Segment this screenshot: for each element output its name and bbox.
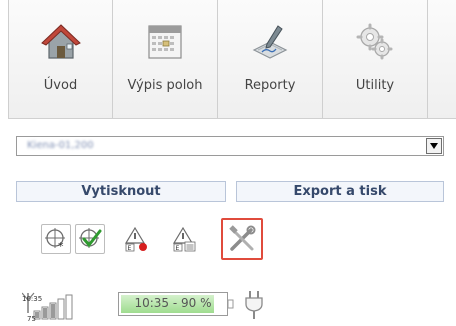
print-button[interactable]: Vytisknout (16, 181, 226, 202)
export-print-button[interactable]: Export a tisk (236, 181, 444, 202)
tool-warning-record[interactable]: E (122, 224, 152, 254)
nav-item-reporty[interactable]: Reporty (218, 0, 323, 118)
svg-text:E: E (176, 245, 180, 252)
report-pen-icon (252, 25, 288, 59)
nav-item-uvod[interactable]: Úvod (8, 0, 113, 118)
signal-time: 10:35 (22, 295, 43, 303)
nav-label: Výpis poloh (127, 78, 203, 93)
gears-icon (356, 23, 393, 60)
svg-text:*: * (58, 240, 64, 251)
svg-text:E: E (128, 245, 132, 252)
nav-label: Úvod (43, 78, 78, 93)
nav-empty-space (428, 0, 456, 118)
vehicle-select-value: Kiena-01,200 (27, 140, 94, 151)
warning-record-icon: E (124, 226, 147, 252)
home-icon (40, 24, 81, 59)
tools-crossed-icon (229, 225, 256, 251)
tool-warning-list[interactable]: E (170, 224, 200, 254)
main-navigation: Úvod Výpis poloh Reporty Utility (8, 0, 456, 119)
tool-target-check[interactable] (75, 224, 105, 254)
tool-settings-selected[interactable] (221, 218, 263, 260)
warning-list-icon: E (172, 226, 196, 252)
nav-item-utility[interactable]: Utility (323, 0, 428, 118)
nav-label: Reporty (244, 78, 296, 93)
dropdown-arrow-icon[interactable] (426, 138, 442, 154)
vehicle-select[interactable]: Kiena-01,200 (16, 136, 444, 156)
signal-level: 75 (27, 315, 36, 323)
calendar-icon (148, 25, 182, 59)
target-star-icon: * (45, 228, 65, 251)
battery-cap (228, 299, 234, 309)
nav-label: Utility (355, 78, 395, 93)
target-check-icon (79, 228, 102, 248)
battery-indicator: 10:35 - 90 % (118, 292, 228, 316)
power-plug-icon (245, 291, 263, 319)
nav-item-vypis-poloh[interactable]: Výpis poloh (113, 0, 218, 118)
battery-label: 10:35 - 90 % (134, 296, 212, 310)
tool-target-star[interactable]: * (41, 224, 71, 254)
